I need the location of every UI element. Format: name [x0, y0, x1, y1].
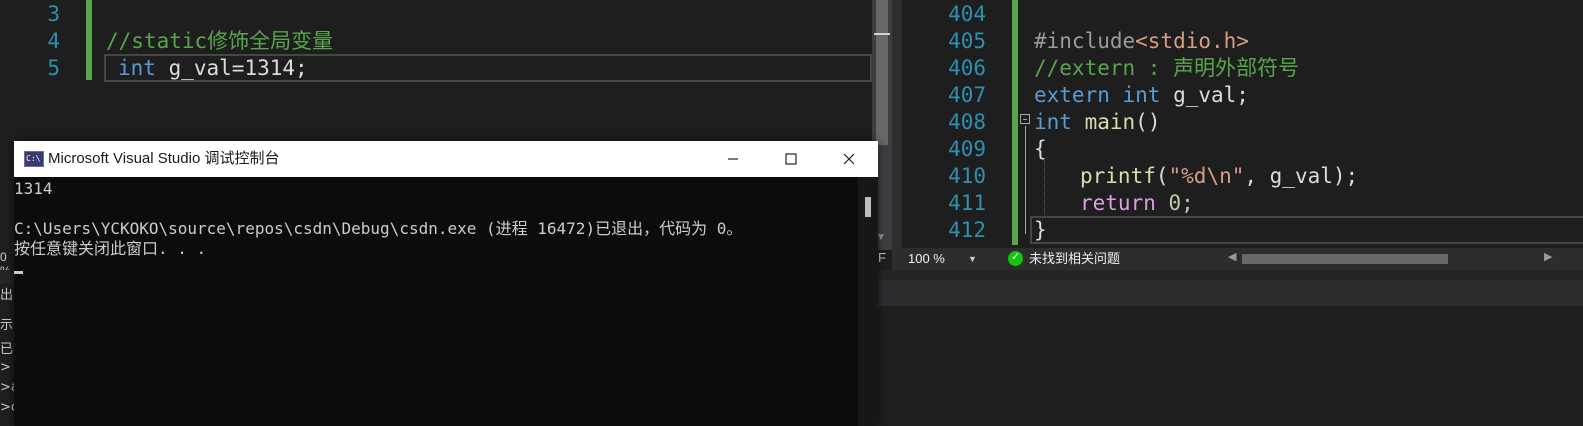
chevron-down-icon: ▼ — [968, 254, 977, 264]
line-number-4: 4 — [47, 29, 60, 53]
keyword-return: return — [1080, 191, 1156, 215]
left-status-fragment: F — [878, 250, 886, 265]
scroll-thumb[interactable] — [876, 0, 888, 145]
collapse-toggle-icon[interactable] — [1020, 114, 1030, 124]
console-line: 按任意键关闭此窗口. . . — [14, 239, 207, 258]
code-text: () — [1135, 110, 1161, 134]
output-text-fragment: 出 示 已 > >a >c — [0, 284, 14, 426]
outline-guide-line — [1025, 126, 1026, 234]
console-vertical-scrollbar[interactable] — [858, 177, 878, 426]
indent-guide — [1044, 160, 1045, 215]
code-line-5: int g_val=1314; — [118, 55, 308, 82]
zoom-value: 100 % — [908, 251, 945, 266]
line-number-411: 411 — [948, 191, 986, 215]
code-text: g_val=1314; — [155, 56, 308, 80]
code-line-408: int main() — [1034, 109, 1160, 136]
code-text: g_val; — [1160, 83, 1249, 107]
keyword-int: int — [118, 56, 156, 80]
current-line-highlight — [1030, 216, 1583, 244]
issues-status-text[interactable]: 未找到相关问题 — [1029, 250, 1120, 268]
scroll-right-arrow-icon[interactable]: ▶ — [1544, 250, 1552, 263]
code-line-410: printf("%d\n", g_val); — [1080, 163, 1358, 190]
code-text: ( — [1155, 164, 1169, 188]
editor-split-divider — [892, 0, 902, 270]
output-line: 已 — [0, 342, 14, 357]
console-line: 1314 — [14, 179, 53, 198]
line-number-412: 412 — [948, 218, 986, 242]
close-icon — [843, 153, 855, 165]
code-text: 0; — [1155, 191, 1194, 215]
keyword-extern: extern — [1034, 83, 1110, 107]
keyword-int: int — [1034, 110, 1072, 134]
include-header: <stdio.h> — [1135, 29, 1249, 53]
minimize-button[interactable] — [704, 141, 762, 177]
editor-status-bar: 100 % ▼ ✓ 未找到相关问题 ◀ ▶ — [902, 248, 1583, 270]
scroll-left-arrow-icon[interactable]: ◀ — [1228, 250, 1236, 263]
code-line-4-comment: //static修饰全局变量 — [106, 29, 334, 53]
line-number-407: 407 — [948, 83, 986, 107]
scroll-position-marker — [874, 33, 890, 35]
code-line-407: extern int g_val; — [1034, 82, 1249, 109]
line-number-406: 406 — [948, 56, 986, 80]
output-line: >c — [0, 400, 14, 415]
function-printf: printf — [1080, 164, 1156, 188]
line-number-405: 405 — [948, 29, 986, 53]
console-app-icon-text: C:\ — [26, 154, 41, 163]
preprocessor-directive: #include — [1034, 29, 1136, 53]
line-number-409: 409 — [948, 137, 986, 161]
line-number-410: 410 — [948, 164, 986, 188]
console-window-title: Microsoft Visual Studio 调试控制台 — [48, 150, 280, 167]
code-line-409: { — [1034, 137, 1047, 161]
minimize-icon — [728, 158, 738, 160]
right-code-editor[interactable]: 404 405 406 407 408 409 410 411 412 #inc… — [902, 0, 1583, 248]
code-line-406-comment: //extern : 声明外部符号 — [1034, 56, 1300, 80]
function-main: main — [1084, 110, 1136, 134]
line-number-408: 408 — [948, 110, 986, 134]
horizontal-scroll-thumb[interactable] — [1242, 254, 1448, 264]
output-panel-toolbar — [878, 280, 1583, 307]
close-button[interactable] — [820, 141, 878, 177]
console-app-icon: C:\ — [24, 151, 44, 167]
keyword-int: int — [1122, 83, 1161, 107]
console-title-bar[interactable]: C:\ Microsoft Visual Studio 调试控制台 — [14, 141, 878, 177]
line-number-5: 5 — [47, 56, 60, 80]
output-panel-body — [878, 306, 1583, 426]
code-line-411: return 0; — [1080, 190, 1194, 217]
output-line: 示 — [0, 318, 14, 333]
debug-console-window[interactable]: C:\ Microsoft Visual Studio 调试控制台 1314 C… — [14, 141, 878, 426]
check-circle-icon: ✓ — [1008, 251, 1023, 266]
code-text: , g_val); — [1244, 164, 1359, 188]
string-literal: "%d\n" — [1168, 164, 1245, 188]
scroll-thumb[interactable] — [865, 197, 871, 217]
change-indicator-bar — [86, 0, 92, 80]
change-indicator-bar — [1012, 0, 1018, 245]
maximize-button[interactable] — [762, 141, 820, 177]
console-line: C:\Users\YCKOKO\source\repos\csdn\Debug\… — [14, 219, 743, 238]
left-zoom-fragment: 0 % — [0, 250, 11, 278]
output-line: >a — [0, 380, 14, 395]
code-line-405: #include<stdio.h> — [1034, 28, 1249, 55]
zoom-dropdown[interactable]: 100 % ▼ — [908, 250, 980, 268]
line-number-3: 3 — [47, 2, 60, 26]
line-number-404: 404 — [948, 2, 986, 26]
text-cursor — [14, 271, 23, 274]
output-line: > — [0, 360, 11, 375]
output-line: 出 — [0, 288, 14, 303]
maximize-icon — [785, 153, 797, 165]
code-line-412: } — [1034, 218, 1047, 242]
console-output-area[interactable]: 1314 C:\Users\YCKOKO\source\repos\csdn\D… — [14, 177, 858, 426]
